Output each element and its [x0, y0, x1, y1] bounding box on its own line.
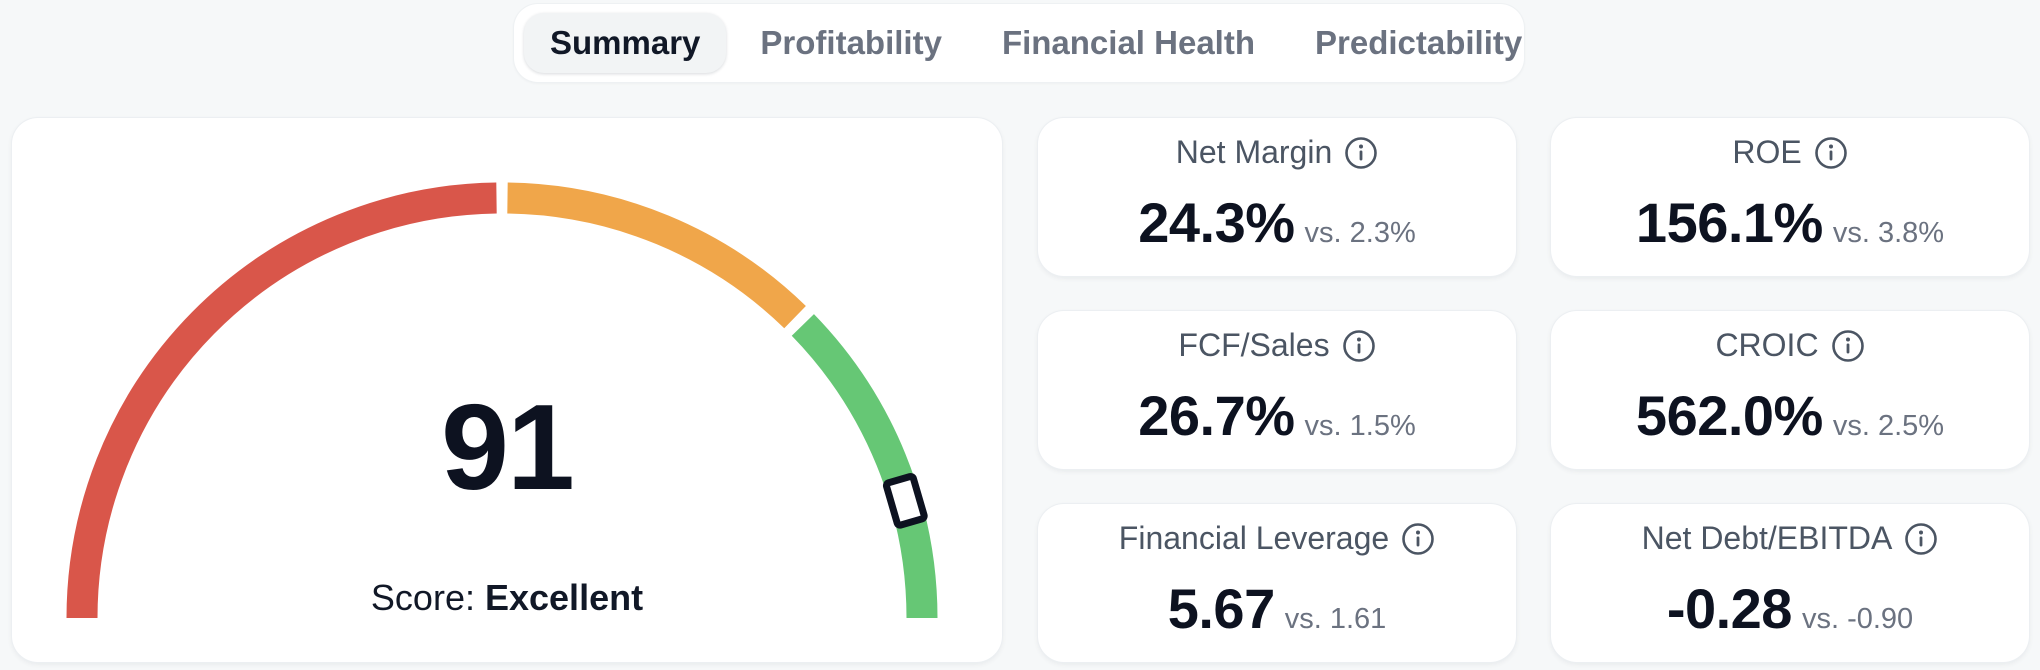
metric-card-fcf-sales: FCF/Sales 26.7% vs. 1.5% — [1038, 311, 1516, 469]
info-icon[interactable] — [1344, 136, 1378, 170]
info-icon[interactable] — [1831, 329, 1865, 363]
metric-value: 24.3% — [1138, 191, 1295, 254]
score-value: 91 — [441, 379, 575, 515]
metric-card-roe: ROE 156.1% vs. 3.8% — [1551, 118, 2029, 276]
info-icon[interactable] — [1401, 522, 1435, 556]
tab-financial-health[interactable]: Financial Health — [976, 13, 1281, 73]
metric-title: FCF/Sales — [1178, 327, 1330, 363]
metric-comparison: vs. 2.3% — [1304, 217, 1416, 249]
tab-predictability[interactable]: Predictability — [1289, 13, 1548, 73]
metric-value: 26.7% — [1138, 384, 1295, 447]
metric-card-croic: CROIC 562.0% vs. 2.5% — [1551, 311, 2029, 469]
score-gauge-card: 91 Score: Excellent — [12, 118, 1002, 662]
metric-card-net-margin: Net Margin 24.3% vs. 2.3% — [1038, 118, 1516, 276]
tab-profitability[interactable]: Profitability — [734, 13, 968, 73]
metric-card-net-debt-ebitda: Net Debt/EBITDA -0.28 vs. -0.90 — [1551, 504, 2029, 662]
metric-card-financial-leverage: Financial Leverage 5.67 vs. 1.61 — [1038, 504, 1516, 662]
metric-comparison: vs. 1.5% — [1304, 410, 1416, 442]
metric-value: 156.1% — [1635, 191, 1823, 254]
info-icon[interactable] — [1904, 522, 1938, 556]
metric-value: -0.28 — [1666, 577, 1793, 640]
metric-value: 5.67 — [1167, 577, 1276, 640]
metric-value: 562.0% — [1635, 384, 1823, 447]
score-label-prefix: Score: — [370, 577, 475, 618]
info-icon[interactable] — [1814, 136, 1848, 170]
metric-comparison: vs. -0.90 — [1801, 603, 1914, 635]
tab-bar: Summary Profitability Financial Health P… — [514, 4, 1524, 82]
metric-comparison: vs. 3.8% — [1832, 217, 1945, 249]
score-rating: Excellent — [484, 577, 644, 618]
tab-summary[interactable]: Summary — [524, 13, 727, 73]
metric-title: CROIC — [1715, 327, 1819, 363]
metric-comparison: vs. 1.61 — [1284, 603, 1387, 635]
info-icon[interactable] — [1342, 329, 1376, 363]
metric-title: Financial Leverage — [1118, 520, 1390, 556]
score-label: Score: Excellent — [12, 576, 1002, 619]
metric-title: Net Debt/EBITDA — [1641, 520, 1893, 556]
metric-comparison: vs. 2.5% — [1832, 410, 1945, 442]
quality-summary-panel: Summary Profitability Financial Health P… — [0, 0, 2040, 670]
metric-title: Net Margin — [1175, 134, 1333, 170]
gauge-segment-fair — [507, 182, 806, 329]
metric-title: ROE — [1732, 134, 1802, 170]
